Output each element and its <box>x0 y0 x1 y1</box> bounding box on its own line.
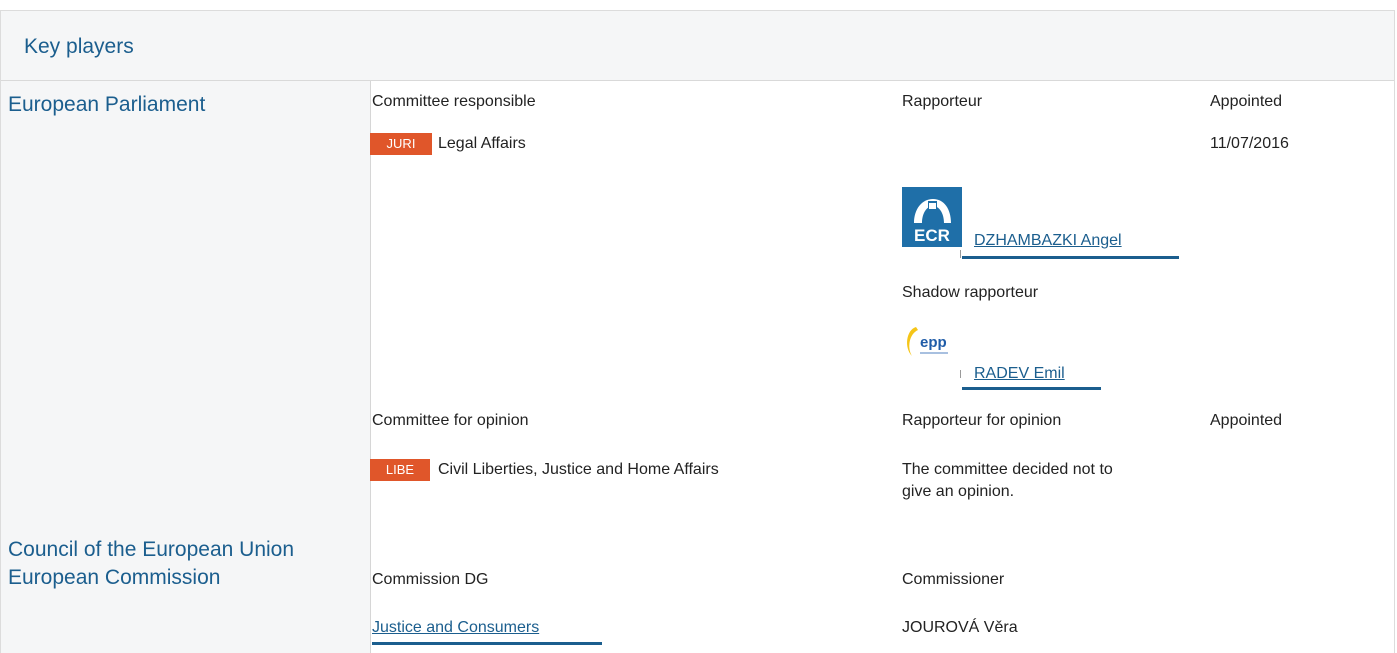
committee-name-legal-affairs[interactable]: Legal Affairs <box>438 134 526 154</box>
institutions-column: European Parliament Council of the Europ… <box>1 81 371 653</box>
section-title: Key players <box>24 35 134 58</box>
heading-committee-for-opinion: Committee for opinion <box>372 412 529 429</box>
heading-rapporteur: Rapporteur <box>902 93 983 110</box>
opinion-note-line2: give an opinion. <box>902 483 1015 500</box>
appointed-date: 11/07/2016 <box>1210 135 1289 152</box>
epp-group-logo-icon: epp <box>902 322 962 368</box>
heading-commission-dg: Commission DG <box>372 571 489 588</box>
ecr-group-logo-icon: ECR <box>902 187 962 247</box>
institution-council[interactable]: Council of the European Union <box>8 537 294 563</box>
heading-appointed-opinion: Appointed <box>1210 412 1283 429</box>
commissioner-name: JOUROVÁ Věra <box>902 619 1018 636</box>
institution-european-commission[interactable]: European Commission <box>8 565 220 591</box>
committee-badge-juri[interactable]: JURI <box>370 133 432 155</box>
commission-dg-underline <box>372 642 602 645</box>
heading-commissioner: Commissioner <box>902 571 1005 588</box>
heading-appointed: Appointed <box>1210 93 1283 110</box>
svg-text:epp: epp <box>920 334 947 351</box>
heading-shadow-rapporteur: Shadow rapporteur <box>902 284 1039 301</box>
committee-name-libe[interactable]: Civil Liberties, Justice and Home Affair… <box>438 460 719 480</box>
commission-dg-link[interactable]: Justice and Consumers <box>372 618 539 638</box>
opinion-note-line1: The committee decided not to <box>902 461 1113 478</box>
svg-text:ECR: ECR <box>914 226 950 245</box>
institution-european-parliament[interactable]: European Parliament <box>8 92 205 118</box>
committee-badge-libe[interactable]: LIBE <box>370 459 430 481</box>
divider-tick <box>960 250 961 258</box>
rapporteur-link[interactable]: DZHAMBAZKI Angel <box>974 231 1122 251</box>
heading-committee-responsible: Committee responsible <box>372 93 536 110</box>
heading-rapporteur-for-opinion: Rapporteur for opinion <box>902 412 1062 429</box>
rapporteur-underline <box>962 256 1179 259</box>
shadow-rapporteur-link[interactable]: RADEV Emil <box>974 364 1065 384</box>
panel-header: Key players <box>1 11 1394 81</box>
divider-tick <box>960 370 961 378</box>
shadow-rapporteur-underline <box>962 387 1101 390</box>
